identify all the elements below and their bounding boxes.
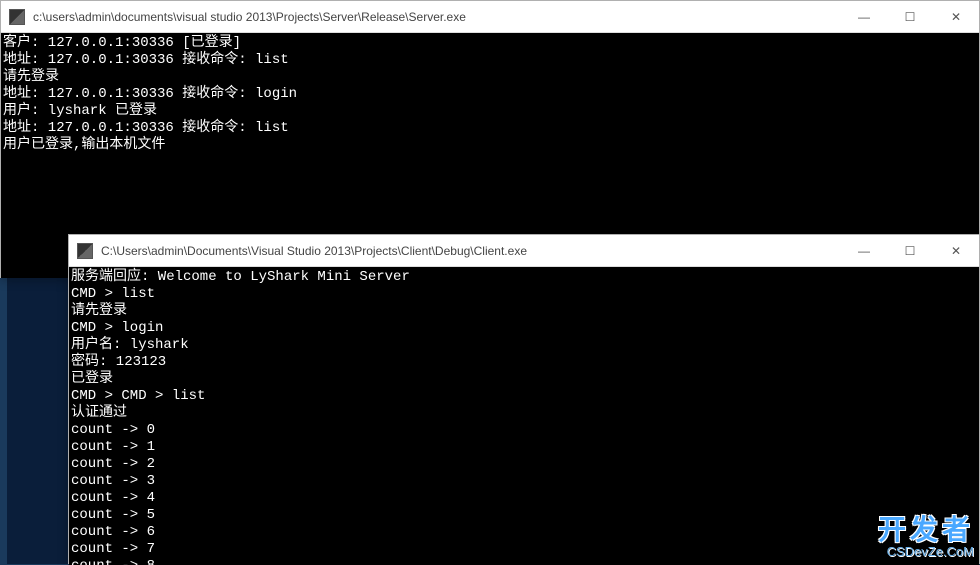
client-title-bar[interactable]: C:\Users\admin\Documents\Visual Studio 2… (69, 235, 979, 267)
client-console-window: C:\Users\admin\Documents\Visual Studio 2… (68, 234, 980, 564)
console-line: 密码: 123123 (71, 354, 977, 371)
console-line: 地址: 127.0.0.1:30336 接收命令: list (3, 52, 977, 69)
app-icon (77, 243, 93, 259)
console-line: count -> 2 (71, 456, 977, 473)
maximize-button[interactable]: ☐ (887, 235, 933, 267)
console-line: 用户已登录,输出本机文件 (3, 137, 977, 154)
console-line: 用户名: lyshark (71, 337, 977, 354)
client-console-output: 服务端回应: Welcome to LyShark Mini ServerCMD… (69, 267, 979, 565)
close-button[interactable]: ✕ (933, 235, 979, 267)
server-title-bar[interactable]: c:\users\admin\documents\visual studio 2… (1, 1, 979, 33)
console-line: count -> 6 (71, 524, 977, 541)
server-title-text: c:\users\admin\documents\visual studio 2… (33, 10, 841, 24)
console-line: CMD > list (71, 286, 977, 303)
close-button[interactable]: ✕ (933, 1, 979, 33)
server-window-controls: — ☐ ✕ (841, 1, 979, 32)
app-icon (9, 9, 25, 25)
console-line: 已登录 (71, 371, 977, 388)
console-line: 地址: 127.0.0.1:30336 接收命令: login (3, 86, 977, 103)
console-line: count -> 4 (71, 490, 977, 507)
console-line: count -> 0 (71, 422, 977, 439)
console-line: CMD > CMD > list (71, 388, 977, 405)
console-line: count -> 1 (71, 439, 977, 456)
console-line: 认证通过 (71, 405, 977, 422)
console-line: 请先登录 (71, 303, 977, 320)
minimize-button[interactable]: — (841, 235, 887, 267)
client-title-text: C:\Users\admin\Documents\Visual Studio 2… (101, 244, 841, 258)
console-line: 地址: 127.0.0.1:30336 接收命令: list (3, 120, 977, 137)
console-line: 客户: 127.0.0.1:30336 [已登录] (3, 35, 977, 52)
console-line: 请先登录 (3, 69, 977, 86)
client-window-controls: — ☐ ✕ (841, 235, 979, 266)
maximize-button[interactable]: ☐ (887, 1, 933, 33)
console-line: 服务端回应: Welcome to LyShark Mini Server (71, 269, 977, 286)
minimize-button[interactable]: — (841, 1, 887, 33)
console-line: count -> 3 (71, 473, 977, 490)
background-strip (7, 278, 68, 564)
console-line: count -> 5 (71, 507, 977, 524)
console-line: CMD > login (71, 320, 977, 337)
console-line: count -> 7 (71, 541, 977, 558)
console-line: 用户: lyshark 已登录 (3, 103, 977, 120)
